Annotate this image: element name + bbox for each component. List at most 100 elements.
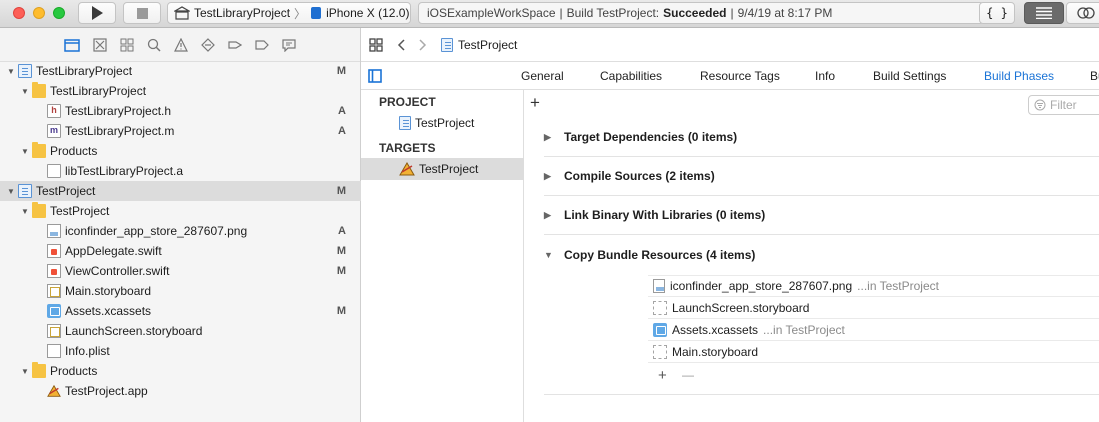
- resource-row[interactable]: iconfinder_app_store_287607.png ...in Te…: [648, 275, 1099, 297]
- activity-viewer: iOSExampleWorkSpace | Build TestProject:…: [418, 2, 984, 24]
- tree-label: Info.plist: [65, 344, 110, 358]
- phase-divider: [544, 394, 1099, 395]
- scheme-chevron-icon: 〉: [294, 6, 307, 21]
- tree-row-products[interactable]: ▼ Products: [0, 141, 361, 161]
- navigator-selector-bar: [0, 28, 360, 62]
- tab-build-settings[interactable]: Build Settings: [873, 69, 946, 83]
- tree-row-testlibraryproject-group[interactable]: ▼ TestLibraryProject: [0, 81, 361, 101]
- tab-capabilities[interactable]: Capabilities: [600, 69, 662, 83]
- tree-row-objc-file[interactable]: m TestLibraryProject.m A: [0, 121, 361, 141]
- debug-icon[interactable]: [228, 38, 242, 52]
- tab-build-rules[interactable]: Bu: [1090, 69, 1099, 83]
- project-item-testproject[interactable]: TestProject: [361, 112, 524, 134]
- related-items-icon[interactable]: [369, 37, 383, 52]
- zoom-window-button[interactable]: [53, 7, 65, 19]
- disclosure-closed-icon[interactable]: ▶: [544, 210, 564, 221]
- resource-row[interactable]: Assets.xcassets ...in TestProject: [648, 319, 1099, 341]
- folder-icon[interactable]: [64, 38, 80, 52]
- add-resource-button[interactable]: +: [658, 367, 667, 384]
- scheme-selector[interactable]: TestLibraryProject 〉 iPhone X (12.0): [167, 2, 411, 24]
- tree-label: TestProject.app: [65, 384, 148, 398]
- stop-button[interactable]: [123, 2, 161, 24]
- jump-bar-path[interactable]: TestProject: [441, 37, 517, 52]
- tree-row-testproject[interactable]: ▼ TestProject M: [0, 181, 361, 201]
- phase-compile-sources[interactable]: ▶ Compile Sources (2 items): [544, 157, 1099, 196]
- tree-row-png[interactable]: iconfinder_app_store_287607.png A: [0, 221, 361, 241]
- disclosure-open-icon[interactable]: ▼: [20, 87, 30, 96]
- tree-row-viewcontroller[interactable]: ViewController.swift M: [0, 261, 361, 281]
- code-review-button[interactable]: { }: [979, 2, 1015, 24]
- tree-row-static-lib[interactable]: libTestLibraryProject.a: [0, 161, 361, 181]
- disclosure-open-icon[interactable]: ▼: [544, 250, 564, 260]
- phase-link-binary[interactable]: ▶ Link Binary With Libraries (0 items): [544, 196, 1099, 235]
- tree-label: TestLibraryProject: [36, 64, 133, 78]
- scm-status: M: [336, 245, 346, 257]
- toggle-targets-list-icon[interactable]: [368, 69, 382, 83]
- disclosure-open-icon[interactable]: ▼: [20, 367, 30, 376]
- back-icon[interactable]: [397, 38, 405, 51]
- tree-row-assets[interactable]: Assets.xcassets M: [0, 301, 361, 321]
- report-icon[interactable]: [282, 38, 296, 52]
- xcode-project-icon: [18, 184, 32, 198]
- test-icon[interactable]: [201, 37, 215, 52]
- tree-row-appdelegate[interactable]: AppDelegate.swift M: [0, 241, 361, 261]
- tab-build-phases[interactable]: Build Phases: [984, 69, 1054, 83]
- tree-row-main-storyboard[interactable]: Main.storyboard: [0, 281, 361, 301]
- find-icon[interactable]: [147, 38, 161, 52]
- tree-row-header-file[interactable]: h TestLibraryProject.h A: [0, 101, 361, 121]
- disclosure-open-icon[interactable]: ▼: [20, 207, 30, 216]
- disclosure-open-icon[interactable]: ▼: [6, 187, 16, 196]
- resource-name: iconfinder_app_store_287607.png: [670, 279, 853, 293]
- source-control-icon[interactable]: [93, 37, 107, 52]
- tree-row-testlibraryproject[interactable]: ▼ TestLibraryProject M: [0, 61, 361, 81]
- assistant-editor-button[interactable]: [1066, 2, 1099, 24]
- phase-copy-bundle-resources[interactable]: ▼ Copy Bundle Resources (4 items): [544, 235, 1099, 274]
- tree-row-launchscreen[interactable]: LaunchScreen.storyboard: [0, 321, 361, 341]
- target-item-testproject[interactable]: TestProject: [361, 158, 524, 180]
- issue-icon[interactable]: [174, 37, 188, 52]
- tree-row-products-2[interactable]: ▼ Products: [0, 361, 361, 381]
- scm-status: M: [336, 305, 346, 317]
- symbol-icon[interactable]: [120, 38, 134, 52]
- forward-icon[interactable]: [419, 38, 427, 51]
- disclosure-open-icon[interactable]: ▼: [6, 67, 16, 76]
- phase-title: Compile Sources (2 items): [564, 169, 715, 183]
- code-review-icon: { }: [986, 6, 1008, 20]
- minimize-window-button[interactable]: [33, 7, 45, 19]
- disclosure-closed-icon[interactable]: ▶: [544, 132, 564, 143]
- add-build-phase-button[interactable]: +: [530, 93, 540, 113]
- tree-row-info-plist[interactable]: Info.plist: [0, 341, 361, 361]
- device-name: iPhone X (12.0): [326, 6, 410, 20]
- swift-file-icon: [47, 264, 61, 278]
- scm-status: M: [336, 265, 346, 277]
- close-window-button[interactable]: [13, 7, 25, 19]
- resource-row[interactable]: LaunchScreen.storyboard: [648, 297, 1099, 319]
- tab-info[interactable]: Info: [815, 69, 835, 83]
- resource-row[interactable]: Main.storyboard: [648, 341, 1099, 363]
- build-label: Build TestProject:: [566, 6, 660, 20]
- project-navigator: ▼ TestLibraryProject M ▼ TestLibraryProj…: [0, 28, 361, 422]
- phase-filter-field[interactable]: Filter: [1028, 95, 1099, 115]
- tree-label: AppDelegate.swift: [65, 244, 162, 258]
- objc-file-icon: m: [47, 124, 61, 138]
- remove-resource-button[interactable]: —: [682, 368, 694, 382]
- tree-row-app-product[interactable]: TestProject.app: [0, 381, 361, 401]
- phase-target-dependencies[interactable]: ▶ Target Dependencies (0 items): [544, 118, 1099, 157]
- phase-title: Copy Bundle Resources (4 items): [564, 247, 756, 262]
- run-button[interactable]: [78, 2, 116, 24]
- build-status: Succeeded: [663, 6, 727, 20]
- phase-title: Link Binary With Libraries (0 items): [564, 208, 766, 222]
- image-file-icon: [653, 279, 665, 293]
- activity-separator-2: |: [730, 6, 734, 20]
- folder-icon: [32, 362, 46, 378]
- tree-row-testproject-group[interactable]: ▼ TestProject: [0, 201, 361, 221]
- breakpoint-icon[interactable]: [255, 38, 269, 52]
- disclosure-closed-icon[interactable]: ▶: [544, 171, 564, 182]
- filter-placeholder: Filter: [1050, 98, 1077, 112]
- tab-resource-tags[interactable]: Resource Tags: [700, 69, 780, 83]
- plist-file-icon: [47, 344, 61, 358]
- standard-editor-button[interactable]: [1024, 2, 1064, 24]
- disclosure-open-icon[interactable]: ▼: [20, 147, 30, 156]
- tab-general[interactable]: General: [521, 69, 564, 83]
- jump-bar: TestProject: [361, 28, 1099, 62]
